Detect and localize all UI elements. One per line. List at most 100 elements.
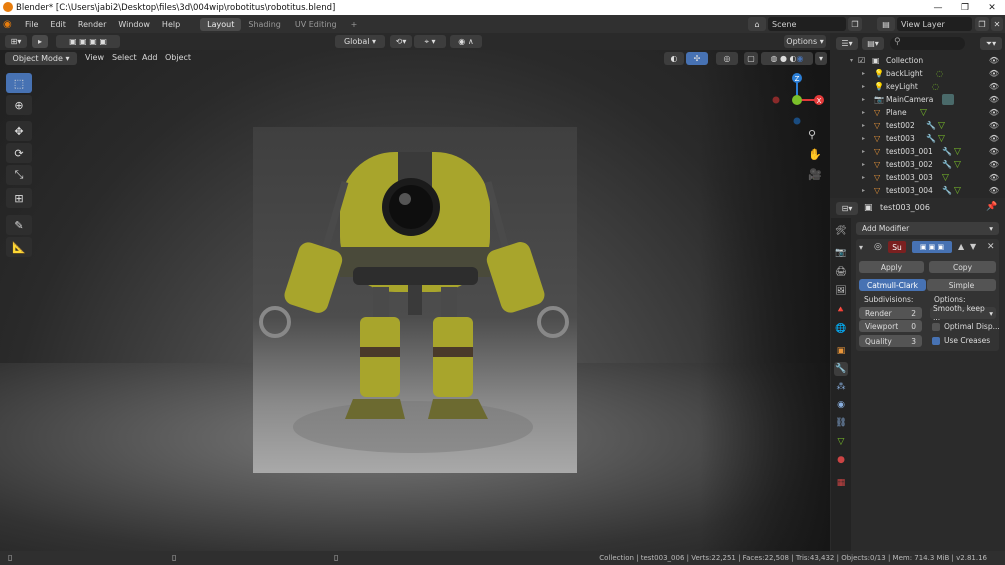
eye-icon[interactable]: 👁 [989,173,999,182]
add-workspace-button[interactable]: + [344,18,365,31]
modifier-tab-icon[interactable]: 🔧 [834,362,848,376]
object-mode-dropdown[interactable]: Object Mode ▾ [5,52,77,65]
eye-icon[interactable]: 👁 [989,108,999,117]
outliner-row-test003-004[interactable]: ▸ ▽ test003_004 🔧 ▽ 👁 [832,184,1003,197]
tab-uv-editing[interactable]: UV Editing [288,18,344,31]
xray-toggle-icon[interactable]: ▢ [744,52,758,65]
maximize-button[interactable]: ❐ [952,0,978,15]
overlay-toggle-icon[interactable]: ◎ [716,52,738,65]
move-down-icon[interactable]: ▼ [970,242,976,251]
menu-render[interactable]: Render [72,20,112,29]
outliner-row-keylight[interactable]: ▸ 💡 keyLight ◌ 👁 [832,80,1003,93]
render-levels-field[interactable]: Render 2 [859,307,922,319]
apply-button[interactable]: Apply [859,261,924,273]
outliner-search-input[interactable]: ⚲ [890,37,965,50]
outliner-row-plane[interactable]: ▸ ▽ Plane ▽ 👁 [832,106,1003,119]
remove-viewlayer-icon[interactable]: ✕ [991,17,1003,31]
catmull-clark-button[interactable]: Catmull-Clark [859,279,926,291]
eye-icon[interactable]: 👁 [989,82,999,91]
copy-button[interactable]: Copy [929,261,996,273]
shading-options-icon[interactable]: ▾ [815,52,827,65]
uv-smooth-dropdown[interactable]: Smooth, keep ... ▾ [930,304,996,322]
view-layer-field[interactable]: View Layer [897,17,972,31]
use-creases-checkbox[interactable]: Use Creases [932,336,990,345]
mesh-data-tab-icon[interactable]: ▽ [834,435,848,449]
texture-tab-icon[interactable]: ▦ [834,476,848,490]
blender-menu-icon[interactable]: ◉ [3,19,19,30]
gizmo-toggle-icon[interactable]: ✣ [686,52,708,65]
constraints-tab-icon[interactable]: ⛓ [834,416,848,430]
menu-file[interactable]: File [19,20,44,29]
scene-field[interactable]: Scene [768,17,846,31]
outliner-row-test003-001[interactable]: ▸ ▽ test003_001 🔧 ▽ 👁 [832,145,1003,158]
select-mode-buttons[interactable]: ▣ ▣ ▣ ▣ [56,35,120,48]
modifier-name-field[interactable]: Su [888,241,906,253]
display-mode-icon[interactable]: ▤▾ [862,37,884,50]
filter-icon[interactable]: ⏷▾ [980,37,1002,50]
outliner-row-backlight[interactable]: ▸ 💡 backLight ◌ 👁 [832,67,1003,80]
collapse-icon[interactable]: ▾ [859,243,863,252]
viewport-levels-field[interactable]: Viewport 0 [859,320,922,332]
zoom-icon[interactable]: ⚲ [808,128,816,141]
simple-button[interactable]: Simple [927,279,996,291]
menu-edit[interactable]: Edit [44,20,72,29]
shading-mode-buttons[interactable]: ◍ ● ◐ ◉ [761,52,813,65]
outliner-row-test002[interactable]: ▸ ▽ test002 🔧 ▽ 👁 [832,119,1003,132]
minimize-button[interactable]: — [925,0,951,15]
select-tool-icon[interactable]: ▸ [32,35,48,48]
eye-icon[interactable]: 👁 [989,69,999,78]
world-tab-icon[interactable]: 🌐 [834,322,848,336]
eye-icon[interactable]: 👁 [989,147,999,156]
snap-icon[interactable]: ⌖ ▾ [414,35,446,48]
optimal-display-checkbox[interactable]: Optimal Disp... [932,322,1000,331]
outliner-row-test003-003[interactable]: ▸ ▽ test003_003 ▽ 👁 [832,171,1003,184]
eye-icon[interactable]: 👁 [989,134,999,143]
visibility-icon[interactable]: ◐ [664,52,684,65]
scale-tool[interactable]: ⤡ [6,165,32,185]
scene-tab-icon[interactable]: 🔺 [834,303,848,317]
eye-icon[interactable]: 👁 [989,160,999,169]
options-dropdown[interactable]: Options ▾ [784,35,826,48]
physics-tab-icon[interactable]: ◉ [834,398,848,412]
menu-select[interactable]: Select [112,53,137,62]
outliner-row-maincamera[interactable]: ▸ 📷 MainCamera 👁 [832,93,1003,106]
output-tab-icon[interactable]: 🖨 [834,265,848,279]
move-tool[interactable]: ✥ [6,121,32,141]
new-viewlayer-icon[interactable]: ❐ [975,17,989,31]
pin-icon[interactable]: 📌 [986,202,997,212]
eye-icon[interactable]: 👁 [989,95,999,104]
cursor-tool[interactable]: ⊕ [6,95,32,115]
select-box-tool[interactable]: ⬚ [6,73,32,93]
remove-modifier-icon[interactable]: ✕ [987,242,995,252]
eye-icon[interactable]: 👁 [989,56,999,65]
tab-layout[interactable]: Layout [200,17,242,31]
pan-hand-icon[interactable]: ✋ [808,148,822,161]
transform-tool[interactable]: ⊞ [6,188,32,208]
tool-tab-icon[interactable]: 🛠 [834,224,848,238]
menu-window[interactable]: Window [112,20,156,29]
particles-tab-icon[interactable]: ⁂ [834,380,848,394]
viewlayer-browse-icon[interactable]: ▤ [877,17,895,31]
pivot-point-icon[interactable]: ⟲▾ [390,35,412,48]
eye-icon[interactable]: 👁 [989,186,999,195]
modifier-visibility-buttons[interactable]: ▣ ▣ ▣ [912,241,952,253]
quality-field[interactable]: Quality 3 [859,335,922,347]
move-up-icon[interactable]: ▲ [958,242,964,251]
annotate-tool[interactable]: ✎ [6,215,32,235]
rotate-tool[interactable]: ⟳ [6,143,32,163]
measure-tool[interactable]: 📐 [6,237,32,257]
3d-viewport[interactable]: ⬚ ⊕ ✥ ⟳ ⤡ ⊞ ✎ 📐 Z X ⚲ ✋ 🎥 [0,33,830,551]
outliner-row-test003-002[interactable]: ▸ ▽ test003_002 🔧 ▽ 👁 [832,158,1003,171]
checkbox-icon[interactable]: ☑ [858,56,865,65]
properties-editor-type-icon[interactable]: ⊟▾ [836,202,858,215]
outliner-row-collection[interactable]: ▾ ☑ ▣ Collection 👁 [832,54,1003,67]
render-tab-icon[interactable]: 📷 [834,246,848,260]
editor-type-icon[interactable]: ⊞▾ [5,35,27,48]
menu-add[interactable]: Add [142,53,158,62]
object-tab-icon[interactable]: ▣ [834,344,848,358]
outliner-row-test003[interactable]: ▸ ▽ test003 🔧 ▽ 👁 [832,132,1003,145]
outliner-editor-type-icon[interactable]: ☰▾ [836,37,858,50]
new-scene-icon[interactable]: ❐ [848,17,862,31]
close-button[interactable]: ✕ [979,0,1005,15]
eye-icon[interactable]: 👁 [989,121,999,130]
